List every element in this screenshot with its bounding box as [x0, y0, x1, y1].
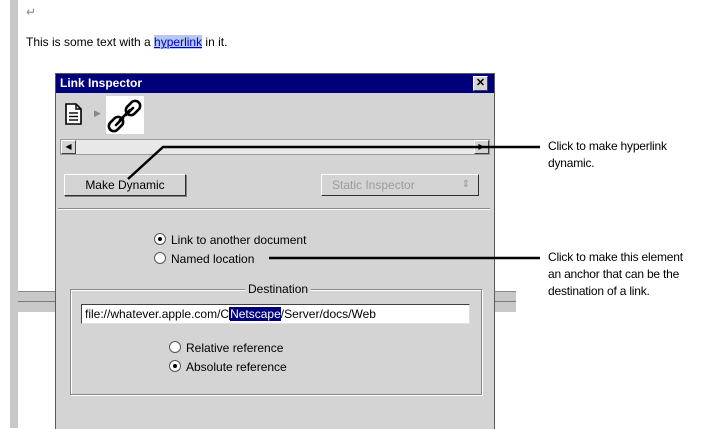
callout-make-dynamic: Click to make hyperlink dynamic.: [548, 138, 667, 172]
callout-lines: [127, 145, 540, 260]
callout-line: destination of a link.: [548, 284, 650, 298]
callout-line: Click to make hyperlink: [548, 139, 667, 153]
callout-line: an anchor that can be the: [548, 267, 680, 281]
callout-named-location: Click to make this element an anchor tha…: [548, 249, 683, 300]
callout-line: Click to make this element: [548, 250, 683, 264]
callout-line: dynamic.: [548, 156, 595, 170]
